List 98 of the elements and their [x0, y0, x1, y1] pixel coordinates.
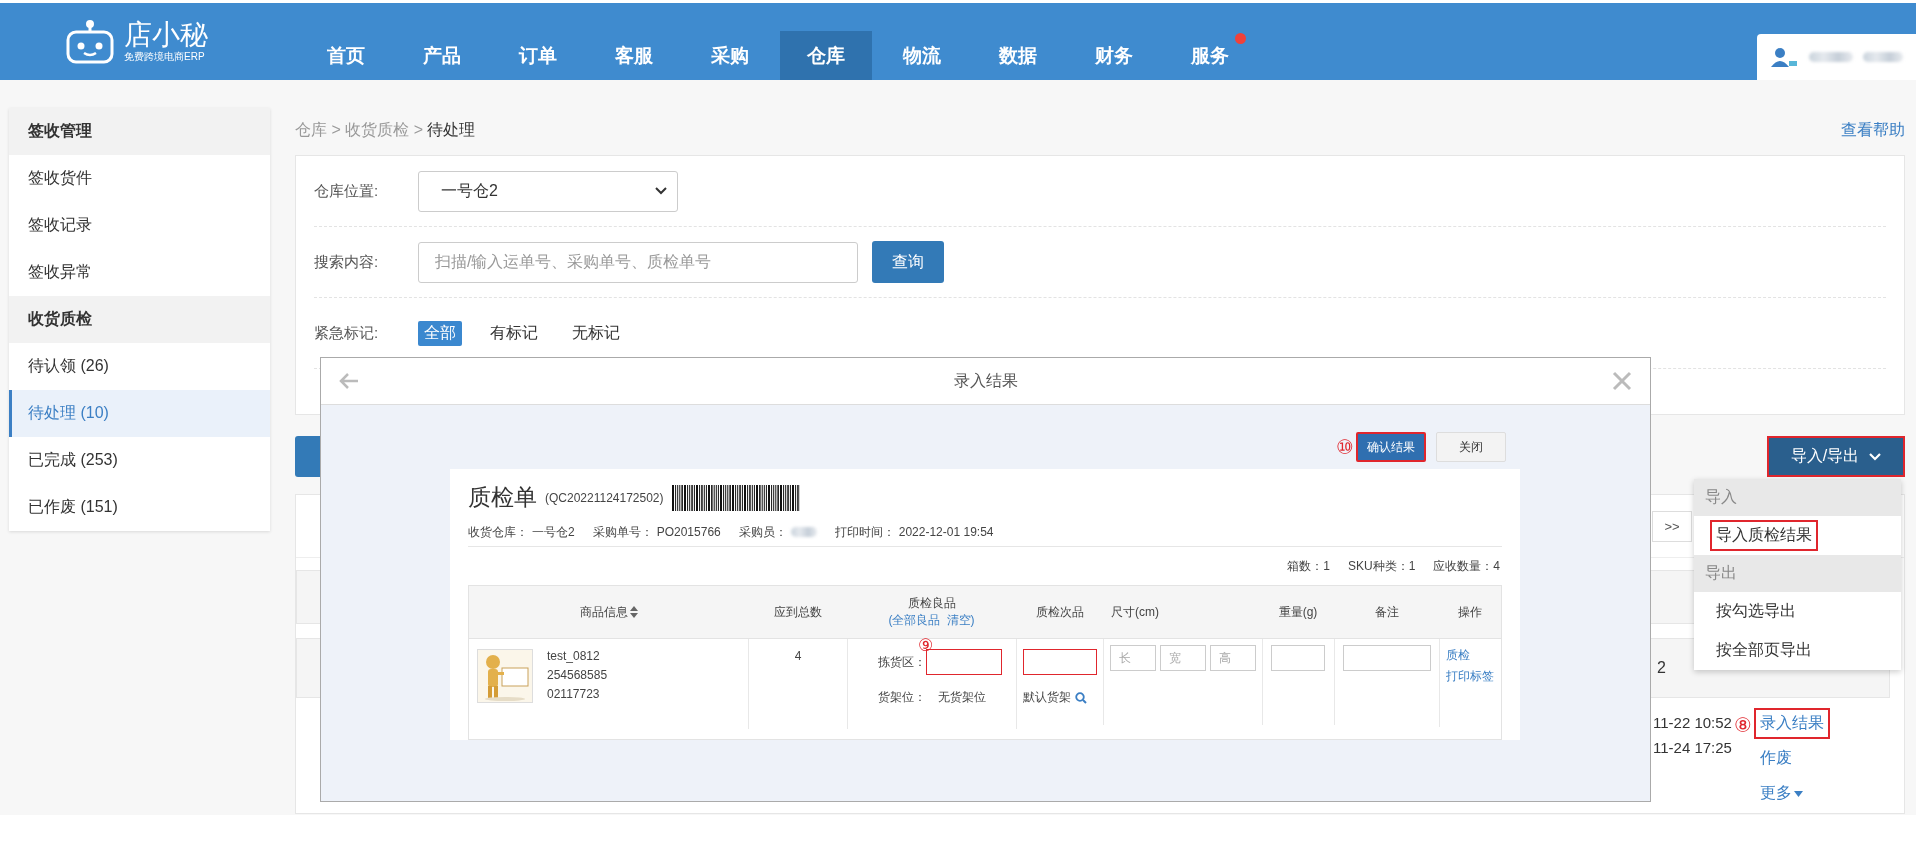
sidebar-group-title: 收货质检	[9, 296, 270, 343]
column-header: 操作	[1458, 603, 1482, 621]
column-header: 商品信息	[579, 603, 628, 621]
nav-tab[interactable]: 首页	[300, 31, 392, 80]
breadcrumb-separator: >	[412, 121, 425, 138]
operation-link[interactable]: 质检	[1446, 647, 1501, 664]
nav-tab[interactable]: 仓库	[780, 31, 872, 80]
sidebar-item[interactable]: 待认领 (26)	[9, 343, 270, 390]
nav-tab[interactable]: 数据	[972, 31, 1064, 80]
info-value: 一号仓2	[532, 523, 575, 541]
sidebar-item[interactable]: 已作废 (151)	[9, 484, 270, 531]
column-header: 备注	[1374, 603, 1399, 621]
stat-text: 应收数量：4	[1433, 557, 1500, 575]
info-label: 打印时间：	[834, 523, 895, 541]
product-code: 254568585	[547, 668, 608, 682]
row-action-link[interactable]: 录入结果	[1753, 708, 1830, 739]
product-sku: test_0812	[547, 649, 601, 663]
row-action-link[interactable]: 作废	[1753, 743, 1798, 774]
query-button[interactable]: 查询	[872, 241, 944, 283]
info-value: 2022-12-01 19:54	[898, 525, 994, 540]
step-number: ⑩	[1336, 436, 1354, 458]
column-header: 重量(g)	[1278, 603, 1318, 621]
breadcrumb-separator: >	[330, 121, 342, 138]
next-page-button[interactable]: >>	[1652, 511, 1692, 542]
shelf-label: 货架位：	[878, 689, 926, 706]
import-export-button[interactable]: 导入/导出	[1767, 436, 1905, 477]
defect-quantity-field[interactable]	[1023, 649, 1097, 675]
menu-section-title: 导出	[1694, 555, 1901, 592]
warehouse-select[interactable]: 一号仓2	[418, 170, 678, 212]
row-action-link[interactable]: 更多	[1753, 778, 1809, 809]
search-field[interactable]: 扫描/输入运单号、采购单号、质检单号	[418, 241, 858, 283]
default-shelf-label: 默认货架	[1023, 689, 1071, 706]
weight-field[interactable]	[1271, 645, 1325, 671]
sidebar-item[interactable]: 签收货件	[9, 155, 270, 202]
search-icon[interactable]	[1075, 691, 1087, 704]
operation-link[interactable]: 打印标签	[1446, 668, 1501, 685]
robot-logo-icon	[64, 19, 116, 64]
menu-item[interactable]: 导入质检结果	[1710, 520, 1818, 551]
breadcrumb-link[interactable]: 收货质检	[345, 121, 410, 138]
search-label: 搜索内容:	[314, 252, 380, 272]
stat-text: 箱数：1	[1287, 557, 1330, 575]
nav-tab[interactable]: 财务	[1068, 31, 1160, 80]
urgency-option[interactable]: 有标记	[484, 320, 544, 346]
info-label: 采购员：	[738, 523, 787, 541]
sidebar-item[interactable]: 签收异常	[9, 249, 270, 296]
nav-tab[interactable]: 订单	[492, 31, 584, 80]
sort-icon[interactable]	[629, 606, 638, 618]
shelf-value: 无货架位	[938, 689, 986, 706]
sheet-title: 质检单	[468, 483, 537, 513]
nav-tab[interactable]: 物流	[876, 31, 968, 80]
size-field[interactable]: 高	[1210, 645, 1256, 671]
menu-section-title: 导入	[1694, 479, 1901, 516]
sidebar-item[interactable]: 已完成 (253)	[9, 437, 270, 484]
size-field[interactable]: 长	[1110, 645, 1156, 671]
column-header: 质检良品	[907, 595, 956, 612]
menu-item[interactable]: 按勾选导出	[1710, 596, 1802, 627]
note-field[interactable]	[1343, 645, 1431, 671]
urgency-option[interactable]: 无标记	[566, 320, 626, 346]
info-label: 采购单号：	[592, 523, 653, 541]
stat-text: SKU种类：1	[1347, 557, 1416, 575]
chevron-down-icon	[1869, 452, 1882, 461]
warehouse-label: 仓库位置:	[314, 181, 380, 201]
clear-link[interactable]: 清空)	[946, 612, 975, 629]
good-quantity-field[interactable]	[926, 649, 1002, 675]
chevron-down-icon	[655, 187, 667, 195]
nav-tab[interactable]: 服务	[1164, 31, 1256, 80]
urgency-label: 紧急标记:	[314, 323, 380, 343]
sidebar-item[interactable]: 待处理 (10)	[9, 390, 270, 437]
logo-tagline: 免费跨境电商ERP	[124, 49, 206, 64]
product-code: 02117723	[547, 687, 601, 701]
table-cell: 11-24 17:25	[1653, 739, 1732, 756]
breadcrumb-current: 待处理	[427, 121, 476, 138]
nav-tab[interactable]: 客服	[588, 31, 680, 80]
nav-tab[interactable]: 采购	[684, 31, 776, 80]
step-number: ⑧	[1733, 714, 1752, 736]
back-arrow-icon	[339, 373, 359, 389]
logo-name: 店小秘	[124, 19, 208, 50]
select-all-good-link[interactable]: (全部良品	[888, 612, 941, 629]
sheet-code: (QC20221124172502)	[545, 490, 664, 505]
sidebar-item[interactable]: 签收记录	[9, 202, 270, 249]
help-link[interactable]: 查看帮助	[1841, 120, 1905, 141]
info-value: PO2015766	[656, 525, 721, 540]
urgency-option[interactable]: 全部	[418, 320, 462, 346]
confirm-button[interactable]: 确认结果	[1356, 432, 1426, 462]
sidebar-group-title: 签收管理	[9, 108, 270, 155]
column-header: 尺寸(cm)	[1111, 603, 1159, 621]
expected-quantity: 4	[794, 649, 802, 665]
nav-tab[interactable]: 产品	[396, 31, 488, 80]
dialog-title: 录入结果	[953, 370, 1018, 391]
column-header: 应到总数	[773, 603, 822, 621]
breadcrumb-link[interactable]: 仓库	[295, 121, 327, 138]
table-cell: 2	[1657, 659, 1666, 677]
table-cell: 11-22 10:52	[1653, 714, 1732, 731]
info-label: 收货仓库：	[468, 523, 528, 541]
size-field[interactable]: 宽	[1160, 645, 1206, 671]
close-button[interactable]: 关闭	[1436, 432, 1506, 462]
menu-item[interactable]: 按全部页导出	[1710, 635, 1818, 666]
column-header: 质检次品	[1035, 603, 1084, 621]
